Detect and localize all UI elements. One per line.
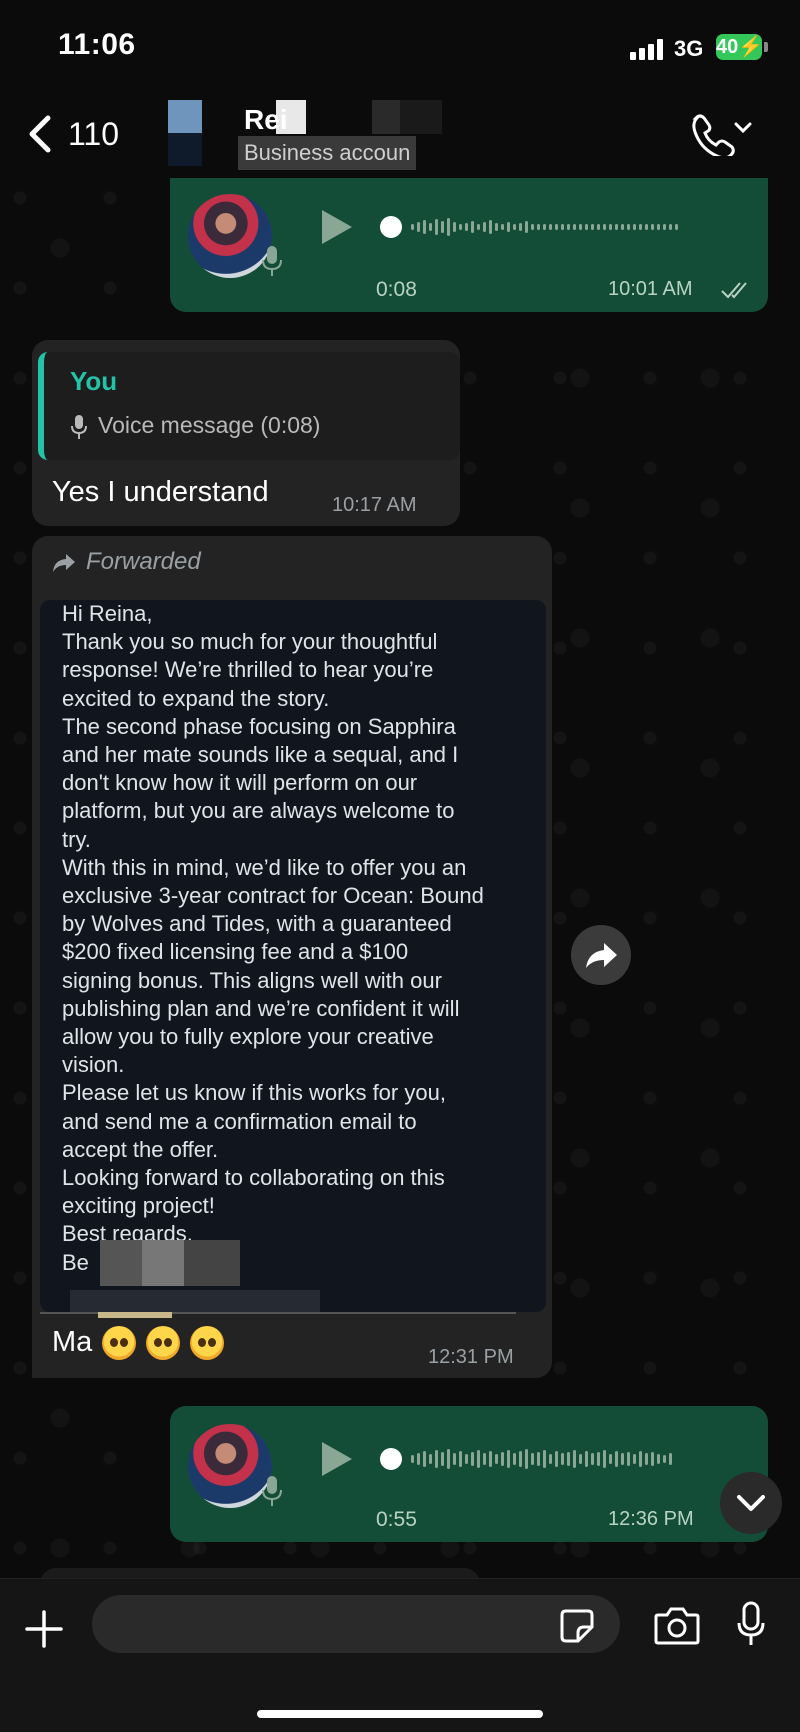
- image-text-line: Looking forward to collaborating on this: [62, 1165, 445, 1191]
- quote-author: You: [70, 366, 118, 396]
- voice-message-bubble[interactable]: 0:55 12:36 PM: [170, 1406, 768, 1542]
- image-text-line: don't know how it will perform on our: [62, 770, 418, 796]
- voice-duration: 0:55: [376, 1508, 417, 1531]
- pleading-face-icon: [190, 1326, 225, 1361]
- image-text-line: $200 fixed licensing fee and a $100: [62, 939, 409, 965]
- pleading-face-icon: [102, 1326, 137, 1361]
- image-text-line: try.: [62, 826, 91, 852]
- mic-icon: [262, 1476, 282, 1506]
- image-text-line: allow you to fully explore your creative: [62, 1024, 434, 1050]
- camera-icon[interactable]: [654, 1605, 700, 1645]
- image-text-line: exciting project!: [62, 1193, 215, 1219]
- chevron-down-icon: [737, 1495, 765, 1511]
- message-time: 10:01 AM: [608, 278, 693, 300]
- battery-icon: 40⚡: [716, 34, 764, 60]
- message-input[interactable]: [92, 1595, 620, 1653]
- image-text-line: exclusive 3-year contract for Ocean: Bou…: [62, 883, 484, 909]
- image-text-line: response! We’re thrilled to hear you’re: [62, 657, 434, 683]
- share-button[interactable]: [571, 925, 631, 985]
- mic-icon: [71, 415, 87, 439]
- voice-waveform[interactable]: [380, 1444, 672, 1474]
- voice-waveform[interactable]: [380, 212, 678, 242]
- image-text-line: publishing plan and we’re confident it w…: [62, 995, 460, 1021]
- status-time: 11:06: [58, 28, 136, 61]
- forward-arrow-icon: [53, 554, 75, 572]
- image-text-line: vision.: [62, 1052, 125, 1078]
- mic-icon: [262, 246, 282, 276]
- play-icon[interactable]: [322, 210, 352, 244]
- network-type: 3G: [674, 36, 704, 61]
- double-check-icon: [721, 282, 747, 299]
- image-text-line: and her mate sounds like a sequal, and I: [62, 742, 459, 768]
- contact-subtitle[interactable]: Business accoun: [238, 136, 417, 170]
- image-text-line: platform, but you are always welcome to: [62, 798, 455, 824]
- home-indicator[interactable]: [257, 1710, 543, 1718]
- battery-level: 40: [716, 36, 739, 58]
- mic-icon[interactable]: [736, 1601, 766, 1647]
- image-text-line: Thank you so much for your thoughtful: [62, 629, 438, 655]
- redaction-block: [98, 1312, 172, 1318]
- message-time: 12:36 PM: [608, 1508, 694, 1530]
- redaction-block: [100, 1240, 240, 1286]
- chat-header: 110 Rei Business accoun: [0, 90, 800, 178]
- contact-name[interactable]: Rei: [244, 104, 288, 136]
- forwarded-label: Forwarded: [86, 548, 201, 575]
- scroll-to-bottom-button[interactable]: [720, 1472, 782, 1534]
- chevron-left-icon[interactable]: [22, 112, 62, 156]
- image-text-line: The second phase focusing on Sapphira: [62, 713, 456, 739]
- share-icon: [586, 943, 617, 968]
- redaction-block: [372, 100, 442, 134]
- quote-text: Voice message (0:08): [98, 412, 321, 438]
- message-text: Yes I understand: [52, 476, 269, 508]
- battery-cap: [764, 42, 768, 52]
- message-time: 12:31 PM: [428, 1346, 514, 1368]
- image-caption: Ma: [52, 1326, 225, 1361]
- quoted-message[interactable]: You Voice message (0:08): [38, 352, 460, 460]
- status-bar: 11:06 3G 40⚡: [0, 0, 800, 90]
- unread-count[interactable]: 110: [68, 116, 119, 153]
- play-icon[interactable]: [322, 1442, 352, 1476]
- voice-duration: 0:08: [376, 278, 417, 301]
- message-time: 10:17 AM: [332, 494, 417, 516]
- signal-strength-icon: [630, 38, 670, 60]
- image-text-line: excited to expand the story.: [62, 685, 330, 711]
- image-text-line: Please let us know if this works for you…: [62, 1080, 446, 1106]
- image-text-line: by Wolves and Tides, with a guaranteed: [62, 911, 452, 937]
- image-text-line: With this in mind, we’d like to offer yo…: [62, 854, 467, 880]
- plus-icon[interactable]: [24, 1609, 64, 1649]
- avatar[interactable]: [168, 100, 202, 166]
- forwarded-image[interactable]: Hi Reina, Thank you so much for your thou…: [40, 600, 546, 1312]
- image-text: Hi Reina, Thank you so much for your thou…: [62, 600, 542, 1277]
- pleading-face-icon: [146, 1326, 181, 1361]
- image-text-line: accept the offer.: [62, 1136, 219, 1162]
- sticker-icon[interactable]: [560, 1609, 594, 1643]
- message-composer: [0, 1578, 800, 1732]
- redaction-block: [70, 1290, 320, 1312]
- image-text-line: and send me a confirmation email to: [62, 1108, 417, 1134]
- image-text-line: Hi Reina,: [62, 601, 153, 626]
- caption-text: Ma: [52, 1326, 93, 1358]
- phone-icon[interactable]: [688, 110, 752, 156]
- image-text-line: signing bonus. This aligns well with our: [62, 967, 442, 993]
- voice-message-bubble[interactable]: 0:08 10:01 AM: [170, 178, 768, 312]
